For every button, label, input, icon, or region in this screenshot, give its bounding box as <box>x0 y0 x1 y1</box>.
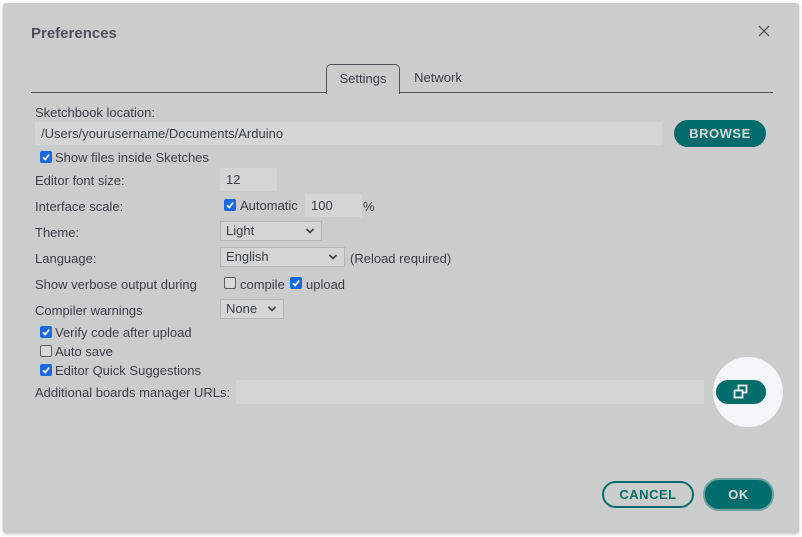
verbose-compile-checkbox[interactable] <box>224 277 236 289</box>
checkmark-icon <box>42 367 50 374</box>
quick-suggestions-label: Editor Quick Suggestions <box>55 363 201 378</box>
tab-network[interactable]: Network <box>401 64 475 92</box>
chevron-down-icon <box>267 306 277 312</box>
checkmark-icon <box>226 202 234 209</box>
tab-settings[interactable]: Settings <box>326 64 400 94</box>
automatic-scale-label: Automatic <box>240 198 298 213</box>
checkmark-icon <box>42 154 50 161</box>
compiler-warnings-selected-value: None <box>226 301 258 316</box>
theme-select[interactable]: Light <box>220 221 322 241</box>
auto-save-checkbox[interactable] <box>40 345 52 357</box>
theme-selected-value: Light <box>226 223 255 238</box>
sketchbook-location-label: Sketchbook location: <box>35 105 155 120</box>
ok-button[interactable]: OK <box>705 480 772 509</box>
reload-required-note: (Reload required) <box>350 251 452 266</box>
cancel-button[interactable]: CANCEL <box>602 481 694 508</box>
verbose-upload-checkbox[interactable] <box>290 277 302 289</box>
dialog-title: Preferences <box>31 25 117 42</box>
checkmark-icon <box>292 280 300 287</box>
open-in-window-icon <box>733 384 748 399</box>
browse-button[interactable]: BROWSE <box>674 120 766 147</box>
editor-font-size-input[interactable]: 12 <box>220 168 277 191</box>
auto-save-label: Auto save <box>55 344 113 359</box>
chevron-down-icon <box>305 228 315 234</box>
chevron-down-icon <box>328 254 338 260</box>
automatic-scale-checkbox[interactable] <box>224 199 236 211</box>
preferences-dialog: Preferences Settings Network Sketchbook … <box>3 3 799 533</box>
editor-font-size-label: Editor font size: <box>35 173 125 188</box>
language-selected-value: English <box>226 249 269 264</box>
language-select[interactable]: English <box>220 247 345 267</box>
quick-suggestions-checkbox[interactable] <box>40 364 52 376</box>
verbose-compile-label: compile <box>240 277 285 292</box>
sketchbook-location-input[interactable]: /Users/yourusername/Documents/Arduino <box>35 122 662 145</box>
verify-code-checkbox[interactable] <box>40 326 52 338</box>
show-files-checkbox[interactable] <box>40 151 52 163</box>
percent-unit-label: % <box>363 199 375 214</box>
verbose-upload-label: upload <box>306 277 346 292</box>
language-label: Language: <box>35 251 97 266</box>
show-files-label: Show files inside Sketches <box>55 150 209 165</box>
close-icon[interactable] <box>757 24 771 38</box>
theme-label: Theme: <box>35 225 80 240</box>
boards-urls-input[interactable] <box>236 380 704 404</box>
verbose-output-label: Show verbose output during <box>35 277 197 292</box>
open-boards-urls-button[interactable] <box>716 380 766 404</box>
interface-scale-label: Interface scale: <box>35 199 124 214</box>
checkmark-icon <box>42 329 50 336</box>
tabs-divider <box>31 92 773 93</box>
compiler-warnings-label: Compiler warnings <box>35 303 143 318</box>
compiler-warnings-select[interactable]: None <box>220 299 284 319</box>
interface-scale-input[interactable]: 100 <box>305 194 362 217</box>
verify-code-label: Verify code after upload <box>55 325 192 340</box>
boards-urls-label: Additional boards manager URLs: <box>35 385 231 400</box>
